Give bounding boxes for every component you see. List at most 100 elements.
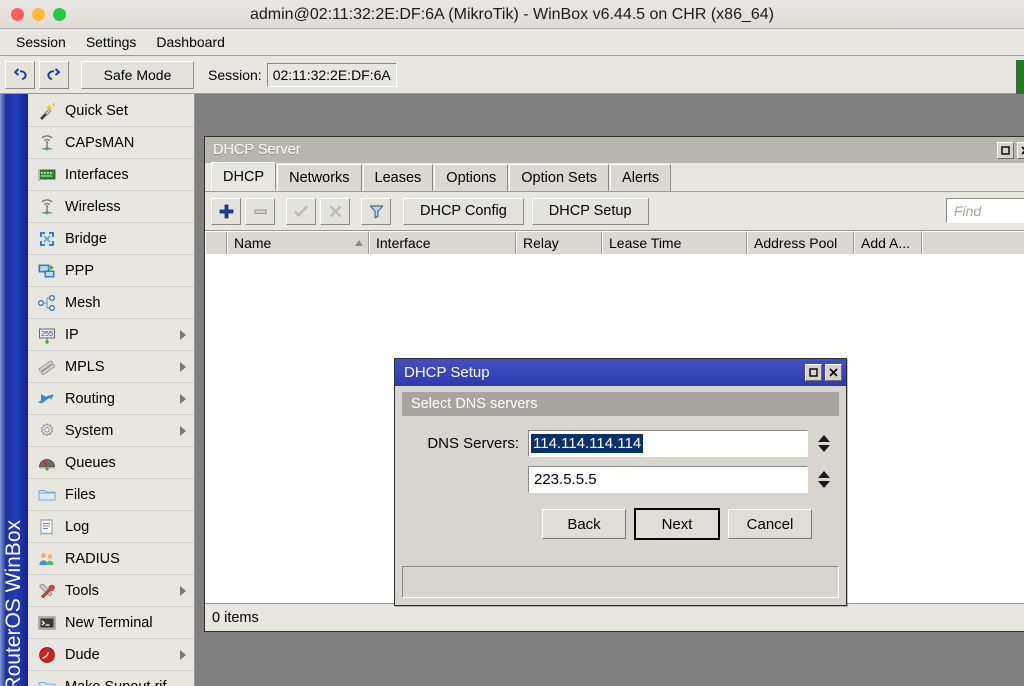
dhcp-setup-button[interactable]: DHCP Setup: [532, 198, 649, 225]
safe-mode-button[interactable]: Safe Mode: [81, 61, 194, 89]
traffic-graph-indicator: [1016, 60, 1024, 94]
sidebar-label: Dude: [65, 647, 100, 663]
sidebar-item-bridge[interactable]: Bridge: [28, 223, 194, 255]
dhcp-setup-titlebar[interactable]: DHCP Setup: [395, 359, 846, 386]
column-header-address-pool[interactable]: Address Pool: [747, 231, 854, 254]
filter-button[interactable]: [361, 198, 391, 225]
column-header-add-arp[interactable]: Add A...: [854, 231, 922, 254]
column-header-interface[interactable]: Interface: [369, 231, 516, 254]
menu-item-settings[interactable]: Settings: [76, 31, 147, 53]
updown-spinner-icon: [818, 471, 830, 478]
sidebar-label: Bridge: [65, 231, 107, 247]
sidebar-item-dude[interactable]: Dude: [28, 639, 194, 671]
tab-dhcp[interactable]: DHCP: [211, 162, 276, 191]
column-header-select[interactable]: [205, 231, 227, 254]
sidebar-item-log[interactable]: Log: [28, 511, 194, 543]
disable-dhcp-button[interactable]: [320, 198, 350, 225]
spinner-down-icon: [818, 445, 830, 452]
sidebar-item-ip[interactable]: 255 IP: [28, 319, 194, 351]
sidebar-label: RADIUS: [65, 551, 120, 567]
sidebar-item-tools[interactable]: Tools: [28, 575, 194, 607]
dhcp-server-window-controls: [997, 142, 1024, 159]
svg-text:255: 255: [41, 331, 53, 338]
enable-dhcp-button[interactable]: [286, 198, 316, 225]
maximize-icon[interactable]: [805, 364, 822, 381]
mesh-icon: [36, 292, 58, 314]
column-header-name[interactable]: Name: [227, 231, 369, 254]
tab-option-sets[interactable]: Option Sets: [509, 164, 609, 191]
find-input[interactable]: Find: [946, 198, 1024, 223]
back-button[interactable]: Back: [542, 509, 626, 539]
cross-icon: [328, 204, 343, 219]
next-button[interactable]: Next: [635, 509, 719, 539]
sidebar-item-queues[interactable]: Queues: [28, 447, 194, 479]
sidebar-item-make-supout[interactable]: Make Supout.rif: [28, 671, 194, 686]
tab-leases[interactable]: Leases: [363, 164, 434, 191]
workspace-area: DHCP Server DHCP Networks: [195, 94, 1024, 686]
tab-options[interactable]: Options: [434, 164, 508, 191]
routing-icon: [36, 388, 58, 410]
mac-window-titlebar: admin@02:11:32:2E:DF:6A (MikroTik) - Win…: [0, 0, 1024, 29]
sidebar-item-mesh[interactable]: Mesh: [28, 287, 194, 319]
supout-icon: [36, 676, 58, 686]
dns-servers-label: DNS Servers:: [407, 435, 528, 452]
sidebar-menu: Quick Set CAPsMAN: [28, 94, 195, 686]
remove-dhcp-button[interactable]: [245, 198, 275, 225]
minus-icon: [253, 204, 268, 219]
sidebar-label: Tools: [65, 583, 99, 599]
chevron-right-icon: [180, 330, 186, 340]
tools-icon: [36, 580, 58, 602]
spinner-down-icon: [818, 481, 830, 488]
sidebar-item-interfaces[interactable]: Interfaces: [28, 159, 194, 191]
session-value-field[interactable]: 02:11:32:2E:DF:6A: [267, 63, 397, 87]
interfaces-icon: [36, 164, 58, 186]
tab-networks[interactable]: Networks: [277, 164, 361, 191]
maximize-icon[interactable]: [997, 142, 1014, 159]
system-gear-icon: [36, 420, 58, 442]
ip-icon: 255: [36, 324, 58, 346]
files-folder-icon: [36, 484, 58, 506]
undo-button[interactable]: [5, 61, 35, 89]
redo-button[interactable]: [39, 61, 69, 89]
sidebar-label: MPLS: [65, 359, 105, 375]
cancel-button[interactable]: Cancel: [728, 509, 812, 539]
dns-primary-input[interactable]: 114.114.114.114: [528, 430, 808, 457]
dhcp-setup-window-controls: [805, 364, 842, 381]
dhcp-server-titlebar[interactable]: DHCP Server: [205, 137, 1024, 163]
sidebar-item-quick-set[interactable]: Quick Set: [28, 95, 194, 127]
sidebar-item-capsman[interactable]: CAPsMAN: [28, 127, 194, 159]
sidebar-item-mpls[interactable]: MPLS: [28, 351, 194, 383]
sidebar-item-new-terminal[interactable]: New Terminal: [28, 607, 194, 639]
terminal-icon: [36, 612, 58, 634]
sidebar-item-files[interactable]: Files: [28, 479, 194, 511]
column-header-relay[interactable]: Relay: [516, 231, 602, 254]
sidebar-item-routing[interactable]: Routing: [28, 383, 194, 415]
dhcp-status-bar: 0 items: [205, 603, 1024, 631]
menu-item-dashboard[interactable]: Dashboard: [146, 31, 235, 53]
column-header-lease-time[interactable]: Lease Time: [602, 231, 747, 254]
close-icon[interactable]: [825, 364, 842, 381]
sidebar-item-radius[interactable]: RADIUS: [28, 543, 194, 575]
dhcp-setup-buttons: Back Next Cancel: [407, 509, 834, 539]
wireless-icon: [36, 196, 58, 218]
winbox-frame: Session Settings Dashboard Safe Mode Ses…: [0, 29, 1024, 686]
queues-icon: [36, 452, 58, 474]
dns-primary-value: 114.114.114.114: [531, 434, 643, 453]
dns-secondary-spinner[interactable]: [814, 466, 834, 493]
main-toolbar: Safe Mode Session: 02:11:32:2E:DF:6A: [0, 56, 1024, 94]
close-icon[interactable]: [1017, 142, 1024, 159]
dude-icon: [36, 644, 58, 666]
dhcp-tabs: DHCP Networks Leases Options Option Sets…: [205, 163, 1024, 192]
column-header-filler: [922, 231, 1024, 254]
dns-secondary-input[interactable]: 223.5.5.5: [528, 466, 808, 493]
menu-item-session[interactable]: Session: [6, 31, 76, 53]
sidebar-label: IP: [65, 327, 79, 343]
tab-alerts[interactable]: Alerts: [610, 164, 671, 191]
log-icon: [36, 516, 58, 538]
dns-primary-spinner[interactable]: [814, 430, 834, 457]
sidebar-item-system[interactable]: System: [28, 415, 194, 447]
sidebar-item-wireless[interactable]: Wireless: [28, 191, 194, 223]
sidebar-item-ppp[interactable]: PPP: [28, 255, 194, 287]
add-dhcp-button[interactable]: [211, 198, 241, 225]
dhcp-config-button[interactable]: DHCP Config: [403, 198, 524, 225]
